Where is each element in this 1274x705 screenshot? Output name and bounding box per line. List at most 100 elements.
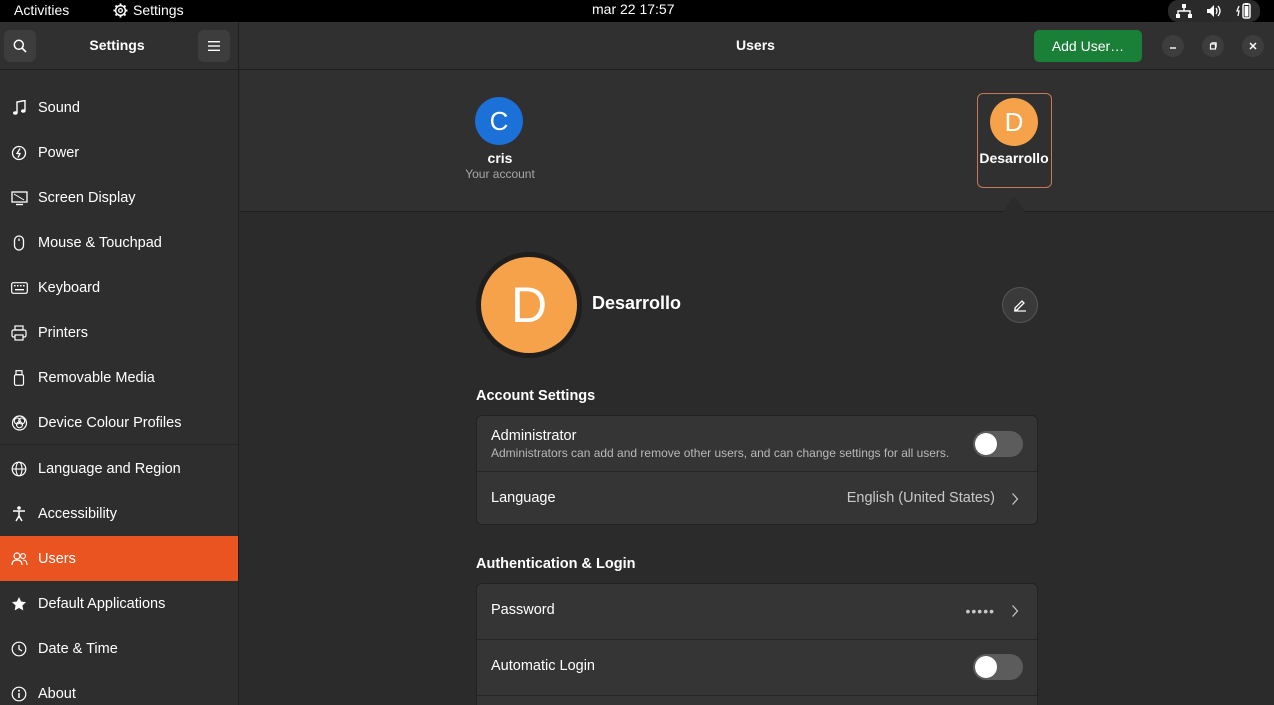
display-icon (10, 190, 28, 205)
user-name: cris (487, 150, 513, 166)
app-name: Settings (133, 2, 184, 18)
sidebar-item-label: Screen Display (38, 189, 136, 206)
password-value: ••••• (965, 603, 995, 619)
network-icon (1176, 4, 1192, 18)
close-button[interactable] (1242, 35, 1264, 57)
sidebar-item-label: Language and Region (38, 460, 181, 477)
sidebar: Sound Power Screen Display Mouse & Touch… (0, 70, 239, 705)
edit-name-button[interactable] (1002, 287, 1038, 323)
sidebar-item-keyboard[interactable]: Keyboard (0, 265, 238, 310)
language-row[interactable]: Language English (United States) (477, 472, 1037, 525)
language-value: English (United States) (846, 490, 995, 506)
sidebar-item-language-region[interactable]: Language and Region (0, 446, 238, 491)
power-icon (11, 145, 27, 160)
star-icon (12, 596, 26, 610)
administrator-row[interactable]: Administrator Administrators can add and… (477, 416, 1037, 471)
music-note-icon (13, 99, 26, 115)
sidebar-item-label: Sound (38, 99, 80, 116)
removable-media-icon (13, 369, 25, 386)
row-divider (477, 695, 1037, 696)
sidebar-item-label: Removable Media (38, 369, 155, 386)
sidebar-item-accessibility[interactable]: Accessibility (0, 491, 238, 536)
volume-icon (1207, 5, 1221, 17)
selection-arrow (1003, 196, 1025, 212)
minimize-icon (1170, 47, 1176, 49)
automatic-login-label: Automatic Login (491, 658, 595, 674)
main-menu-button[interactable] (198, 30, 230, 62)
maximize-button[interactable] (1202, 35, 1224, 57)
page-title-text: Users (736, 37, 775, 53)
info-icon (11, 686, 27, 701)
sidebar-item-label: Users (38, 550, 76, 567)
clock[interactable]: mar 22 17:57 (592, 1, 675, 17)
sidebar-item-power[interactable]: Power (0, 130, 238, 175)
battery-icon (1236, 3, 1251, 19)
sidebar-item-label: Power (38, 144, 80, 161)
sidebar-item-label: Default Applications (38, 595, 166, 612)
user-full-name: Desarrollo (592, 293, 682, 313)
avatar: D (990, 98, 1038, 146)
chevron-right-icon (1012, 493, 1019, 505)
sidebar-item-device-colour-profiles[interactable]: Device Colour Profiles (0, 400, 238, 445)
sidebar-item-label: Date & Time (38, 640, 118, 657)
toggle-knob (975, 656, 997, 678)
authentication-card: Password ••••• Automatic Login (476, 583, 1038, 705)
search-button[interactable] (4, 30, 36, 62)
user-name: Desarrollo (979, 150, 1049, 166)
sidebar-item-label: Keyboard (38, 279, 101, 296)
user-carousel: C cris Your account D Desarrollo (240, 70, 1274, 212)
user-avatar-button[interactable]: D (481, 257, 577, 353)
administrator-label: Administrator (491, 428, 577, 444)
hamburger-menu-icon (208, 41, 220, 51)
search-icon (13, 39, 27, 53)
sidebar-item-default-applications[interactable]: Default Applications (0, 581, 238, 626)
section-title-account-settings: Account Settings (476, 388, 596, 404)
globe-icon (11, 461, 27, 476)
chevron-right-icon (1012, 605, 1019, 617)
avatar: C (475, 97, 523, 145)
mouse-icon (13, 234, 25, 251)
top-bar: Activities Settings mar 22 17:57 (0, 0, 1274, 22)
minimize-button[interactable] (1162, 35, 1184, 57)
header-bar: Settings Users Add User… (0, 22, 1274, 70)
password-label: Password (491, 602, 555, 618)
sidebar-item-label: Mouse & Touchpad (38, 234, 162, 251)
printer-icon (11, 324, 27, 341)
sidebar-item-date-time[interactable]: Date & Time (0, 626, 238, 671)
account-settings-card: Administrator Administrators can add and… (476, 415, 1038, 525)
administrator-description: Administrators can add and remove other … (491, 446, 950, 460)
sidebar-item-users[interactable]: Users (0, 536, 238, 581)
sidebar-divider (0, 444, 238, 445)
edit-icon (1014, 300, 1026, 312)
automatic-login-row[interactable]: Automatic Login (477, 640, 1037, 695)
sidebar-item-removable-media[interactable]: Removable Media (0, 355, 238, 400)
sidebar-item-mouse-touchpad[interactable]: Mouse & Touchpad (0, 220, 238, 265)
add-user-button[interactable]: Add User… (1034, 30, 1142, 62)
close-icon (1249, 42, 1257, 50)
user-subtitle: Your account (465, 167, 535, 181)
sidebar-item-label: Printers (38, 324, 88, 341)
user-tile-cris[interactable]: C cris Your account (460, 96, 540, 186)
main-panel: C cris Your account D Desarrollo D Desar… (240, 70, 1274, 705)
administrator-toggle[interactable] (973, 431, 1023, 457)
sidebar-title: Settings (89, 37, 145, 53)
sidebar-header: Settings (0, 22, 239, 70)
users-icon (10, 551, 28, 565)
user-tile-desarrollo[interactable]: D Desarrollo (977, 93, 1052, 188)
sidebar-item-label: Device Colour Profiles (38, 414, 182, 431)
sidebar-item-about[interactable]: About (0, 671, 238, 705)
gear-icon (113, 2, 128, 18)
toggle-knob (975, 433, 997, 455)
system-tray[interactable] (1168, 0, 1260, 22)
sidebar-item-sound[interactable]: Sound (0, 85, 238, 130)
accessibility-icon (13, 505, 25, 521)
sidebar-item-printers[interactable]: Printers (0, 310, 238, 355)
sidebar-item-label: About (38, 685, 76, 702)
password-row[interactable]: Password ••••• (477, 584, 1037, 639)
restore-icon (1209, 42, 1217, 50)
sidebar-item-screen-display[interactable]: Screen Display (0, 175, 238, 220)
section-title-authentication: Authentication & Login (476, 556, 636, 572)
activities-button[interactable]: Activities (14, 2, 69, 18)
app-menu[interactable]: Settings (113, 2, 184, 18)
automatic-login-toggle[interactable] (973, 654, 1023, 680)
